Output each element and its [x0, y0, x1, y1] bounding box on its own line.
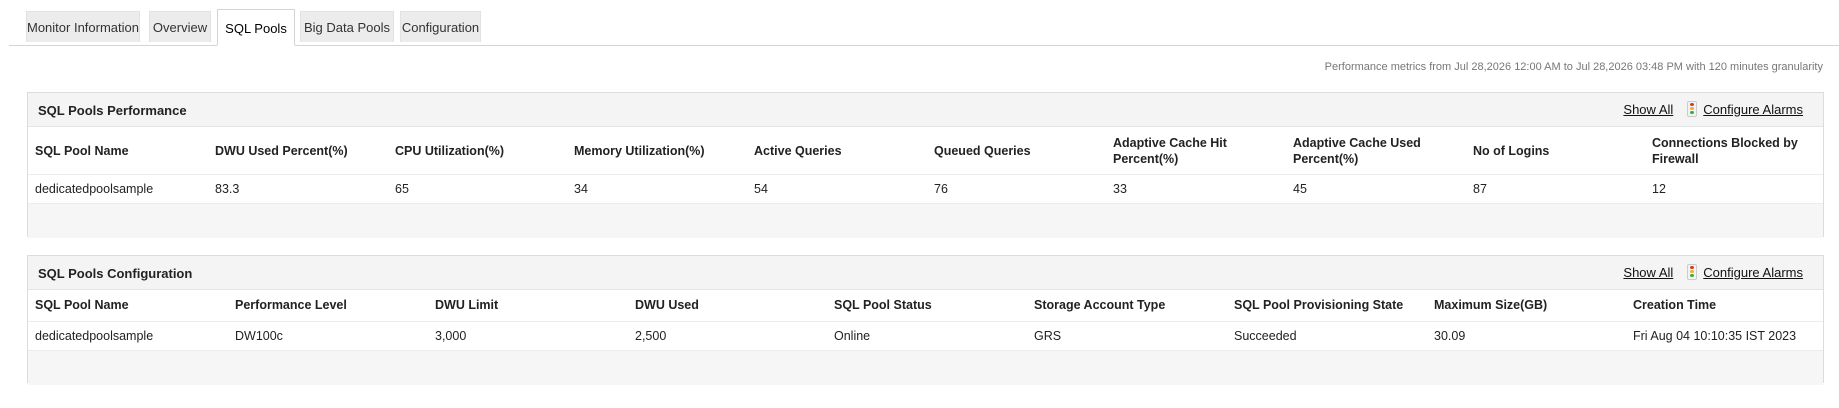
table-cell: 45 [1293, 182, 1307, 196]
table-cell: 12 [1652, 182, 1666, 196]
table-cell: Succeeded [1234, 329, 1297, 343]
column-header: Adaptive Cache Used Percent(%) [1293, 136, 1421, 166]
table-cell: 76 [934, 182, 948, 196]
table-cell: dedicatedpoolsample [35, 182, 154, 196]
traffic-light-icon [1687, 101, 1698, 117]
column-header: Creation Time [1633, 298, 1717, 312]
column-header: Adaptive Cache Hit Percent(%) [1113, 136, 1227, 166]
table-cell: 2,500 [635, 329, 667, 343]
table-header-row: SQL Pool Name DWU Used Percent(%) CPU Ut… [28, 127, 1823, 175]
table-cell: 34 [574, 182, 588, 196]
tab-sql-pools[interactable]: SQL Pools [217, 9, 295, 46]
panel-actions: Show All Configure Alarms [1623, 264, 1803, 280]
column-header: CPU Utilization(%) [395, 144, 505, 158]
tab-bar: Monitor Information Overview SQL Pools B… [9, 9, 1839, 46]
column-header: No of Logins [1473, 144, 1550, 158]
column-header: Performance Level [235, 298, 347, 312]
sql-pools-configuration-panel: SQL Pools Configuration Show All Configu… [27, 255, 1824, 385]
column-header: DWU Limit [435, 298, 499, 312]
panel-title: SQL Pools Performance [38, 103, 187, 118]
tab-big-data-pools[interactable]: Big Data Pools [300, 11, 394, 42]
show-all-link[interactable]: Show All [1623, 102, 1673, 117]
column-header: SQL Pool Status [834, 298, 932, 312]
column-header: SQL Pool Name [35, 144, 129, 158]
show-all-link[interactable]: Show All [1623, 265, 1673, 280]
column-header: Queued Queries [934, 144, 1031, 158]
table-row[interactable]: dedicatedpoolsample DW100c 3,000 2,500 O… [28, 322, 1823, 351]
column-header: Storage Account Type [1034, 298, 1166, 312]
panel-title: SQL Pools Configuration [38, 266, 193, 281]
table-footer [28, 204, 1823, 238]
table-cell: 54 [754, 182, 768, 196]
table-footer [28, 351, 1823, 385]
metrics-period-note: Performance metrics from Jul 28,2026 12:… [1324, 61, 1823, 73]
tab-configuration[interactable]: Configuration [400, 11, 481, 42]
traffic-light-icon [1687, 264, 1698, 280]
column-header: SQL Pool Name [35, 298, 129, 312]
table-cell: Fri Aug 04 10:10:35 IST 2023 [1633, 329, 1797, 343]
table-header-row: SQL Pool Name Performance Level DWU Limi… [28, 290, 1823, 322]
column-header: Active Queries [754, 144, 842, 158]
table-cell: 3,000 [435, 329, 467, 343]
column-header: Memory Utilization(%) [574, 144, 705, 158]
table-cell: Online [834, 329, 871, 343]
table-cell: 65 [395, 182, 409, 196]
configure-alarms-link[interactable]: Configure Alarms [1703, 102, 1803, 117]
column-header: Maximum Size(GB) [1434, 298, 1548, 312]
column-header: DWU Used [635, 298, 699, 312]
table-cell: GRS [1034, 329, 1062, 343]
table-cell: 87 [1473, 182, 1487, 196]
table-cell: dedicatedpoolsample [35, 329, 154, 343]
panel-actions: Show All Configure Alarms [1623, 101, 1803, 117]
tab-overview[interactable]: Overview [149, 11, 211, 42]
table-cell: 83.3 [215, 182, 240, 196]
configure-alarms-link[interactable]: Configure Alarms [1703, 265, 1803, 280]
table-cell: 30.09 [1434, 329, 1466, 343]
table-cell: DW100c [235, 329, 283, 343]
column-header: Connections Blocked by Firewall [1652, 136, 1798, 166]
table-cell: 33 [1113, 182, 1127, 196]
column-header: DWU Used Percent(%) [215, 144, 348, 158]
tab-monitor-information[interactable]: Monitor Information [26, 11, 140, 42]
panel-header: SQL Pools Configuration Show All Configu… [28, 256, 1823, 290]
column-header: SQL Pool Provisioning State [1234, 298, 1404, 312]
sql-pools-performance-panel: SQL Pools Performance Show All Configure… [27, 92, 1824, 238]
table-row[interactable]: dedicatedpoolsample 83.3 65 34 54 76 33 … [28, 175, 1823, 204]
panel-header: SQL Pools Performance Show All Configure… [28, 93, 1823, 127]
